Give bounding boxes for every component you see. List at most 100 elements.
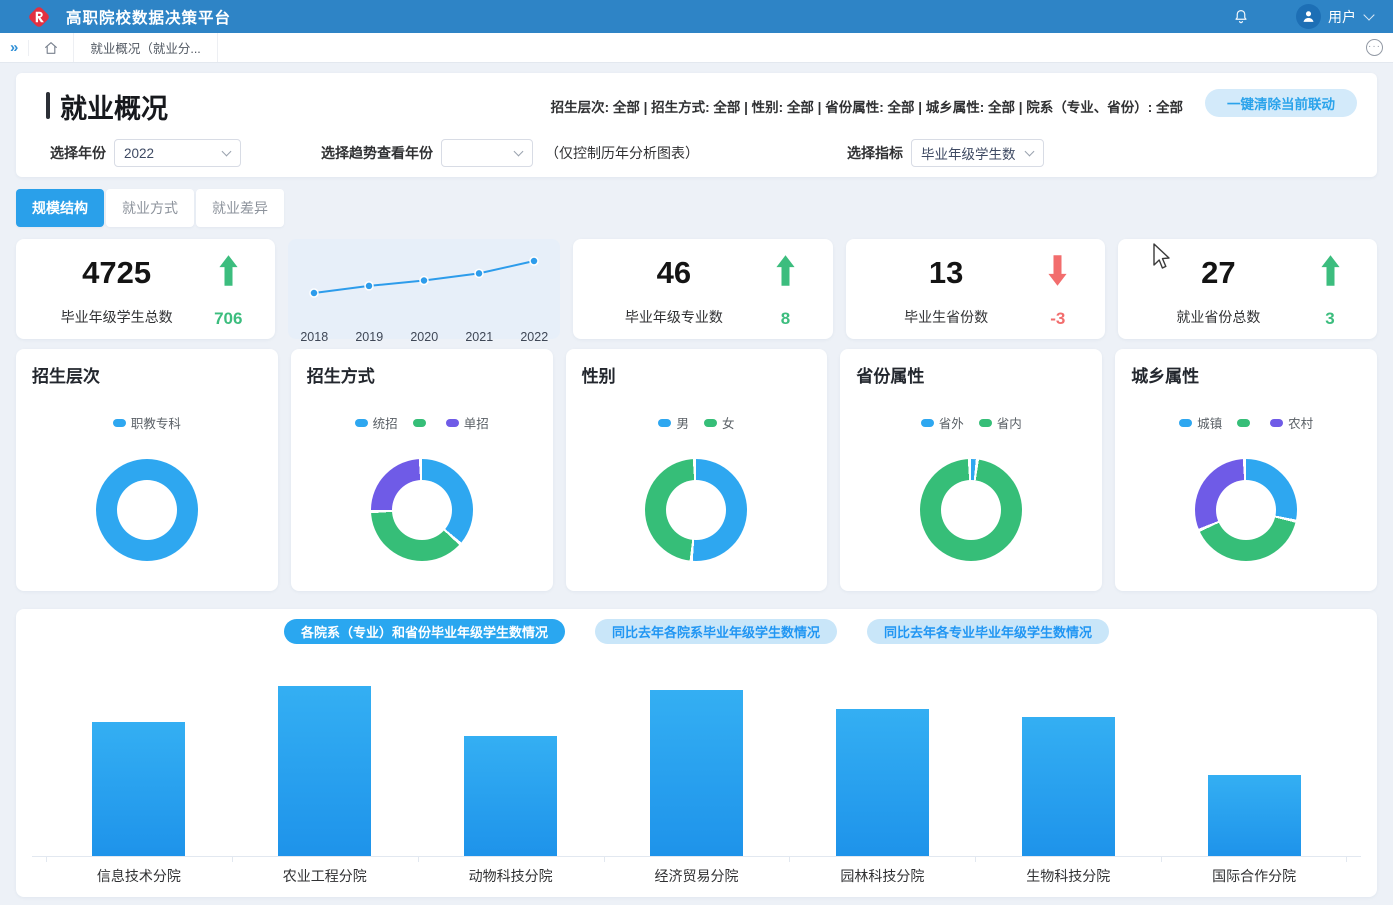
legend-label: 农村 <box>1288 413 1313 432</box>
legend-item[interactable]: 男 <box>658 413 689 432</box>
bar-园林科技分院[interactable] <box>836 709 929 856</box>
legend-swatch-icon <box>1179 419 1192 427</box>
stat-label: 毕业年级学生总数 <box>61 307 173 327</box>
legend-item[interactable] <box>1237 419 1255 427</box>
donut-legend: 男 女 <box>582 413 812 432</box>
tab-options-icon[interactable]: ··· <box>1366 39 1383 56</box>
sidebar-expand-icon[interactable]: » <box>0 39 28 56</box>
sparkline-year-label: 2022 <box>520 330 548 344</box>
donut-card-省份属性: 省份属性 省外 省内 <box>840 349 1102 591</box>
bar-经济贸易分院[interactable] <box>650 690 743 856</box>
year-select[interactable]: 2022 <box>114 139 241 167</box>
clear-linkage-button[interactable]: 一键清除当前联动 <box>1205 89 1357 117</box>
legend-item[interactable]: 女 <box>704 413 735 432</box>
bar-农业工程分院[interactable] <box>278 686 371 856</box>
mouse-cursor <box>1152 243 1170 270</box>
bar-动物科技分院[interactable] <box>464 736 557 856</box>
stat-value: 13 <box>929 255 963 291</box>
section-tab-2[interactable]: 就业差异 <box>196 189 284 227</box>
bar-column <box>604 690 790 856</box>
user-menu-label[interactable]: 用户 <box>1328 7 1356 27</box>
app-logo-icon <box>26 4 52 30</box>
donut-card-title: 城乡属性 <box>1131 362 1361 387</box>
legend-swatch-icon <box>413 419 426 427</box>
sparkline-year-label: 2019 <box>355 330 383 344</box>
arrow-up-icon <box>218 254 239 292</box>
donut-chart[interactable] <box>645 459 747 561</box>
legend-item[interactable]: 省外 <box>921 413 964 432</box>
legend-label: 职教专科 <box>131 413 181 432</box>
department-bar-chart <box>32 686 1361 856</box>
donut-chart[interactable] <box>96 459 198 561</box>
metric-select-value: 毕业年级学生数 <box>921 143 1016 163</box>
home-icon[interactable] <box>28 40 73 56</box>
trend-year-select-label: 选择趋势查看年份 <box>321 143 433 163</box>
legend-item[interactable]: 单招 <box>446 413 489 432</box>
legend-item[interactable]: 省内 <box>979 413 1022 432</box>
trend-year-select[interactable] <box>441 139 533 167</box>
year-select-value: 2022 <box>124 146 154 161</box>
department-bar-chart-card: 各院系（专业）和省份毕业年级学生数情况 同比去年各院系毕业年级学生数情况 同比去年各… <box>16 609 1377 897</box>
route-tab-bar: » 就业概况（就业分... ··· <box>0 33 1393 63</box>
section-tab-0[interactable]: 规模结构 <box>16 189 104 227</box>
bar-生物科技分院[interactable] <box>1022 717 1115 856</box>
bar-x-label: 信息技术分院 <box>46 857 232 886</box>
bar-x-label: 经济贸易分院 <box>604 857 790 886</box>
legend-item[interactable] <box>413 419 431 427</box>
bar-信息技术分院[interactable] <box>92 722 185 856</box>
bar-x-label: 动物科技分院 <box>418 857 604 886</box>
route-tab-employment-overview[interactable]: 就业概况（就业分... <box>73 33 217 62</box>
chevron-down-icon <box>1363 9 1374 20</box>
trend-sparkline-card: 20182019202020212022 <box>288 239 560 339</box>
legend-label: 男 <box>676 413 689 432</box>
legend-swatch-icon <box>446 419 459 427</box>
section-tab-1[interactable]: 就业方式 <box>106 189 194 227</box>
donut-chart[interactable] <box>920 459 1022 561</box>
donut-chart[interactable] <box>1195 459 1297 561</box>
year-select-label: 选择年份 <box>50 143 106 163</box>
app-title: 高职院校数据决策平台 <box>66 6 231 28</box>
stat-delta: 706 <box>214 309 242 329</box>
title-accent-bar <box>46 92 50 119</box>
legend-label: 女 <box>722 413 735 432</box>
active-filter-summary: 招生层次: 全部 | 招生方式: 全部 | 性别: 全部 | 省份属性: 全部 … <box>551 96 1183 116</box>
donut-hole <box>117 480 177 540</box>
donut-chart[interactable] <box>371 459 473 561</box>
bar-chart-tab-pill-1[interactable]: 同比去年各院系毕业年级学生数情况 <box>595 619 837 644</box>
sparkline-year-label: 2021 <box>465 330 493 344</box>
legend-item[interactable]: 职教专科 <box>113 413 181 432</box>
bar-chart-tab-pills: 各院系（专业）和省份毕业年级学生数情况 同比去年各院系毕业年级学生数情况 同比去年各… <box>32 619 1361 644</box>
stats-row: 4725 毕业年级学生总数 706 20182019202020212022 4… <box>16 239 1377 339</box>
notification-bell-icon[interactable] <box>1232 8 1250 26</box>
stat-label: 毕业年级专业数 <box>625 307 723 327</box>
bar-chart-tab-pill-0[interactable]: 各院系（专业）和省份毕业年级学生数情况 <box>284 619 565 644</box>
legend-item[interactable]: 农村 <box>1270 413 1313 432</box>
chevron-down-icon <box>1025 147 1035 157</box>
legend-swatch-icon <box>113 419 126 427</box>
arrow-down-icon <box>1047 254 1068 292</box>
bar-column <box>789 709 975 856</box>
arrow-up-icon <box>775 254 796 292</box>
legend-swatch-icon <box>1270 419 1283 427</box>
donut-hole <box>666 480 726 540</box>
bar-column <box>232 686 418 856</box>
bar-column <box>1161 775 1347 856</box>
donut-legend: 城镇 农村 <box>1131 413 1361 432</box>
bar-chart-tab-pill-2[interactable]: 同比去年各专业毕业年级学生数情况 <box>867 619 1109 644</box>
user-avatar[interactable] <box>1296 4 1321 29</box>
stat-card: 13 毕业生省份数 -3 <box>846 239 1105 339</box>
stat-delta: 8 <box>781 309 790 329</box>
legend-item[interactable]: 城镇 <box>1179 413 1222 432</box>
donut-row: 招生层次 职教专科 招生方式 统招 单招 性别 男 女 省份属性 省外 省内 城… <box>16 349 1377 591</box>
bar-国际合作分院[interactable] <box>1208 775 1301 856</box>
main-content: 就业概况 招生层次: 全部 | 招生方式: 全部 | 性别: 全部 | 省份属性… <box>0 63 1393 897</box>
bar-x-label: 生物科技分院 <box>975 857 1161 886</box>
bar-x-label: 国际合作分院 <box>1161 857 1347 886</box>
donut-hole <box>1216 480 1276 540</box>
top-bar: 高职院校数据决策平台 用户 <box>0 0 1393 33</box>
donut-card-title: 省份属性 <box>856 362 1086 387</box>
metric-select[interactable]: 毕业年级学生数 <box>911 139 1044 167</box>
stat-label: 毕业生省份数 <box>904 307 988 327</box>
legend-item[interactable]: 统招 <box>355 413 398 432</box>
page-title: 就业概况 <box>60 87 168 126</box>
